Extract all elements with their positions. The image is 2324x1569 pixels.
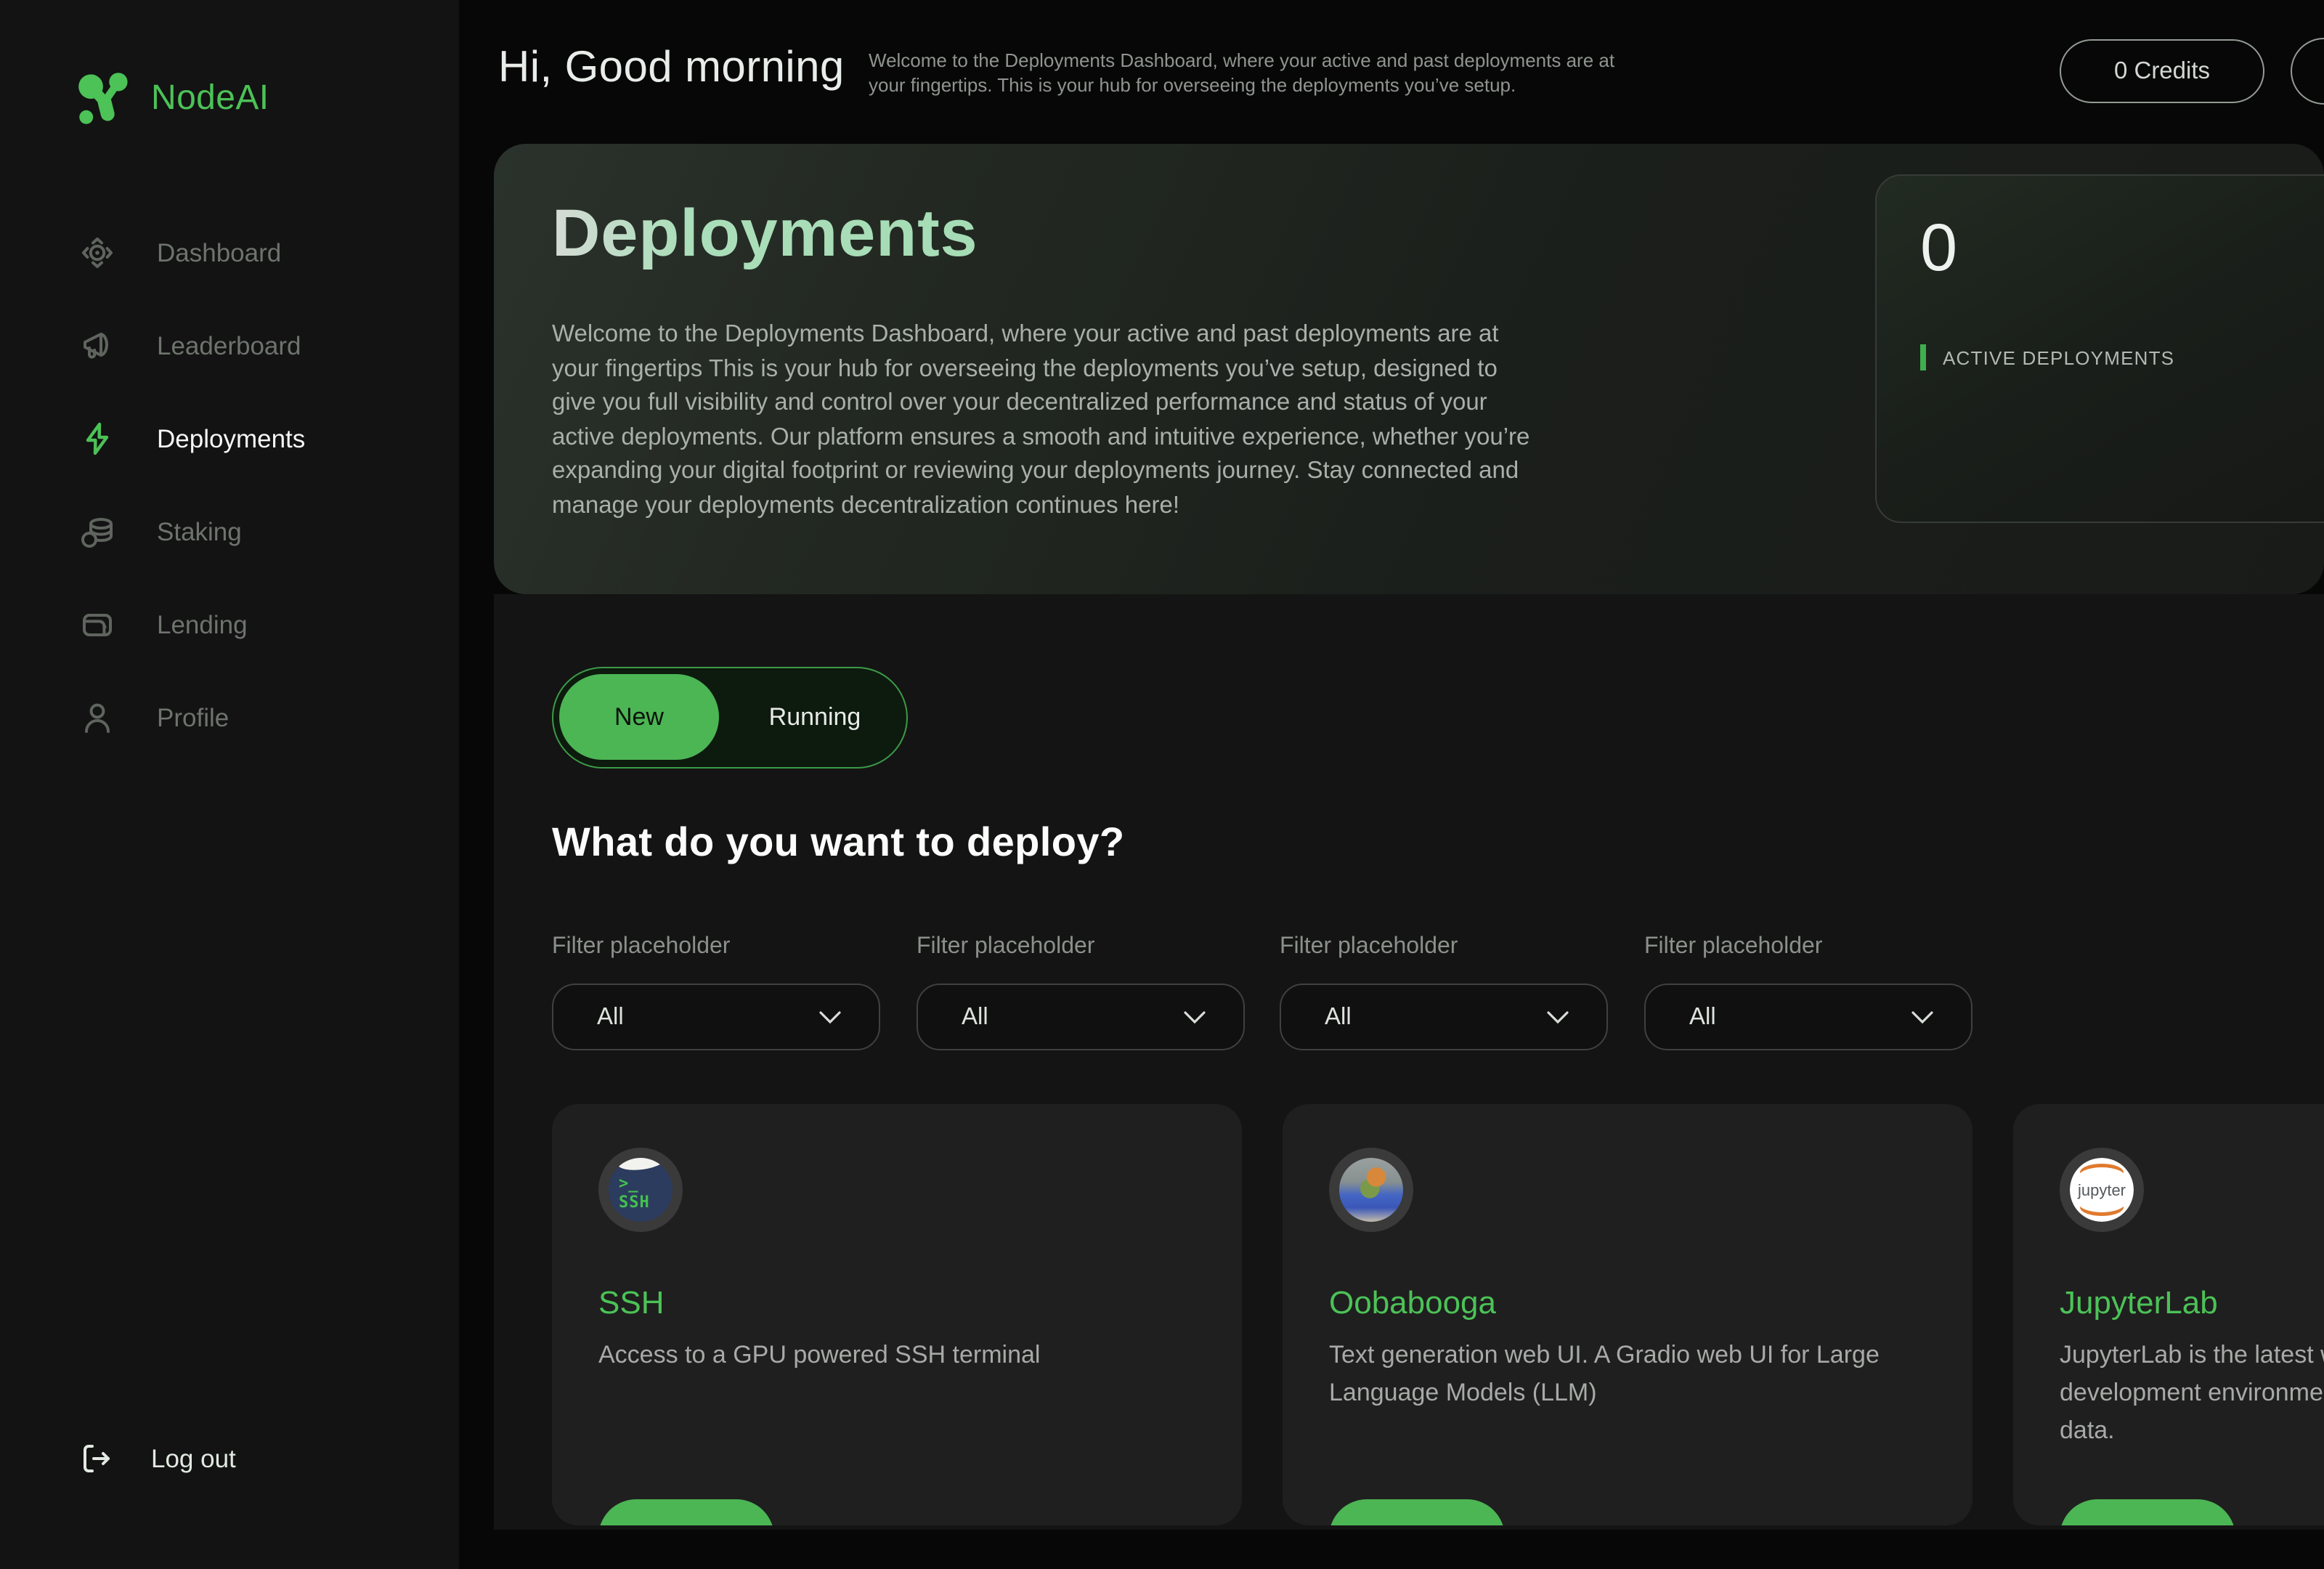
active-deployments-count: 0 <box>1920 208 1957 286</box>
avatar: jupyter <box>2060 1148 2144 1232</box>
card-description: Access to a GPU powered SSH terminal <box>598 1337 1197 1374</box>
card-description: JupyterLab is the latest web-based inter… <box>2060 1337 2324 1450</box>
chevron-down-icon <box>1184 1011 1206 1024</box>
filter-dropdown-3[interactable]: All <box>1280 984 1608 1050</box>
filter-label: Filter placeholder <box>917 934 1094 960</box>
sidebar-nav: Dashboard Leaderboard Deployments <box>78 206 305 764</box>
app-window: NodeAI Dashboard Leaderboard <box>0 0 2324 1569</box>
profile-icon <box>78 699 116 737</box>
card-title: JupyterLab <box>2060 1284 2218 1322</box>
card-description: Text generation web UI. A Gradio web UI … <box>1329 1337 1927 1412</box>
logout-button[interactable]: Log out <box>78 1441 236 1476</box>
dashboard-icon <box>78 234 116 272</box>
lending-icon <box>78 606 116 644</box>
avatar <box>1329 1148 1413 1232</box>
svg-text:jupyter: jupyter <box>2077 1181 2126 1199</box>
card-title: SSH <box>598 1284 665 1322</box>
sidebar-item-lending[interactable]: Lending <box>78 578 305 671</box>
toggle-option-running[interactable]: Running <box>731 668 899 766</box>
logout-label: Log out <box>151 1443 236 1474</box>
hero-title: Deployments <box>552 193 978 272</box>
nodeai-molecule-icon <box>76 70 134 128</box>
sidebar-item-staking[interactable]: Staking <box>78 485 305 578</box>
brand-name: NodeAI <box>151 78 269 119</box>
profile-avatar-button[interactable] <box>2291 38 2324 105</box>
credits-label: 0 Credits <box>2114 57 2210 85</box>
deployments-icon <box>78 420 116 458</box>
sidebar-item-deployments[interactable]: Deployments <box>78 392 305 485</box>
toggle-running-label: Running <box>769 702 861 731</box>
select-button[interactable]: Select <box>1329 1499 1505 1525</box>
select-button[interactable]: Select <box>598 1499 774 1525</box>
filter-label: Filter placeholder <box>1280 934 1458 960</box>
filter-label: Filter placeholder <box>552 934 730 960</box>
select-label: Select <box>2111 1523 2184 1525</box>
page-greeting: Hi, Good morning <box>498 44 845 93</box>
sidebar-item-label: Deployments <box>157 423 305 454</box>
toggle-new-label: New <box>614 702 664 731</box>
staking-icon <box>78 513 116 551</box>
sidebar-item-dashboard[interactable]: Dashboard <box>78 206 305 299</box>
dropdown-value: All <box>1325 1003 1352 1031</box>
select-button[interactable]: Select <box>2060 1499 2235 1525</box>
new-running-toggle: New Running <box>552 667 908 769</box>
oobabooga-logo-icon <box>1339 1158 1403 1222</box>
active-deployments-label: ACTIVE DEPLOYMENTS <box>1943 346 2174 368</box>
deploy-card-oobabooga[interactable]: Oobabooga Text generation web UI. A Grad… <box>1283 1104 1972 1525</box>
sidebar-item-profile[interactable]: Profile <box>78 671 305 764</box>
sidebar-item-leaderboard[interactable]: Leaderboard <box>78 299 305 392</box>
filter-dropdown-4[interactable]: All <box>1644 984 1972 1050</box>
deployments-hero-panel: Deployments Welcome to the Deployments D… <box>494 144 2324 594</box>
avatar: >_ SSH <box>598 1148 683 1232</box>
main-content: Hi, Good morning Welcome to the Deployme… <box>494 0 2324 1530</box>
deploy-heading: What do you want to deploy? <box>552 819 1125 866</box>
chevron-down-icon <box>1547 1011 1569 1024</box>
deploy-card-list: >_ SSH SSH Access to a GPU powered SSH t… <box>552 1104 2324 1525</box>
filter-label: Filter placeholder <box>1644 934 1822 960</box>
leaderboard-icon <box>78 327 116 365</box>
select-label: Select <box>650 1523 723 1525</box>
sidebar-item-label: Staking <box>157 516 242 547</box>
toggle-option-new[interactable]: New <box>559 674 719 760</box>
deploy-section: New Running What do you want to deploy? … <box>494 594 2324 1530</box>
select-label: Select <box>1381 1523 1453 1525</box>
jupyter-logo-icon: jupyter <box>2070 1158 2134 1222</box>
sidebar-item-label: Dashboard <box>157 238 281 268</box>
credits-button[interactable]: 0 Credits <box>2060 39 2264 103</box>
logout-icon <box>78 1441 113 1476</box>
dropdown-value: All <box>1689 1003 1716 1031</box>
filter-dropdown-2[interactable]: All <box>917 984 1245 1050</box>
card-title: Oobabooga <box>1329 1284 1496 1322</box>
sidebar: NodeAI Dashboard Leaderboard <box>0 0 459 1569</box>
dropdown-value: All <box>962 1003 988 1031</box>
sidebar-item-label: Leaderboard <box>157 331 301 361</box>
dropdown-value: All <box>597 1003 624 1031</box>
chevron-down-icon <box>1911 1011 1933 1024</box>
chevron-down-icon <box>819 1011 841 1024</box>
hero-description: Welcome to the Deployments Dashboard, wh… <box>552 318 1540 523</box>
deploy-card-jupyterlab[interactable]: jupyter JupyterLab JupyterLab is the lat… <box>2013 1104 2324 1525</box>
brand-logo[interactable]: NodeAI <box>76 70 269 128</box>
deploy-card-ssh[interactable]: >_ SSH SSH Access to a GPU powered SSH t… <box>552 1104 1242 1525</box>
stat-accent-bar <box>1920 344 1925 370</box>
ssh-terminal-logo-icon: >_ SSH <box>609 1158 673 1222</box>
sidebar-item-label: Lending <box>157 609 248 640</box>
filter-dropdown-1[interactable]: All <box>552 984 880 1050</box>
sidebar-item-label: Profile <box>157 702 229 733</box>
active-deployments-stat-card: 0 ACTIVE DEPLOYMENTS <box>1875 174 2324 523</box>
header-welcome-text: Welcome to the Deployments Dashboard, wh… <box>869 48 1653 97</box>
